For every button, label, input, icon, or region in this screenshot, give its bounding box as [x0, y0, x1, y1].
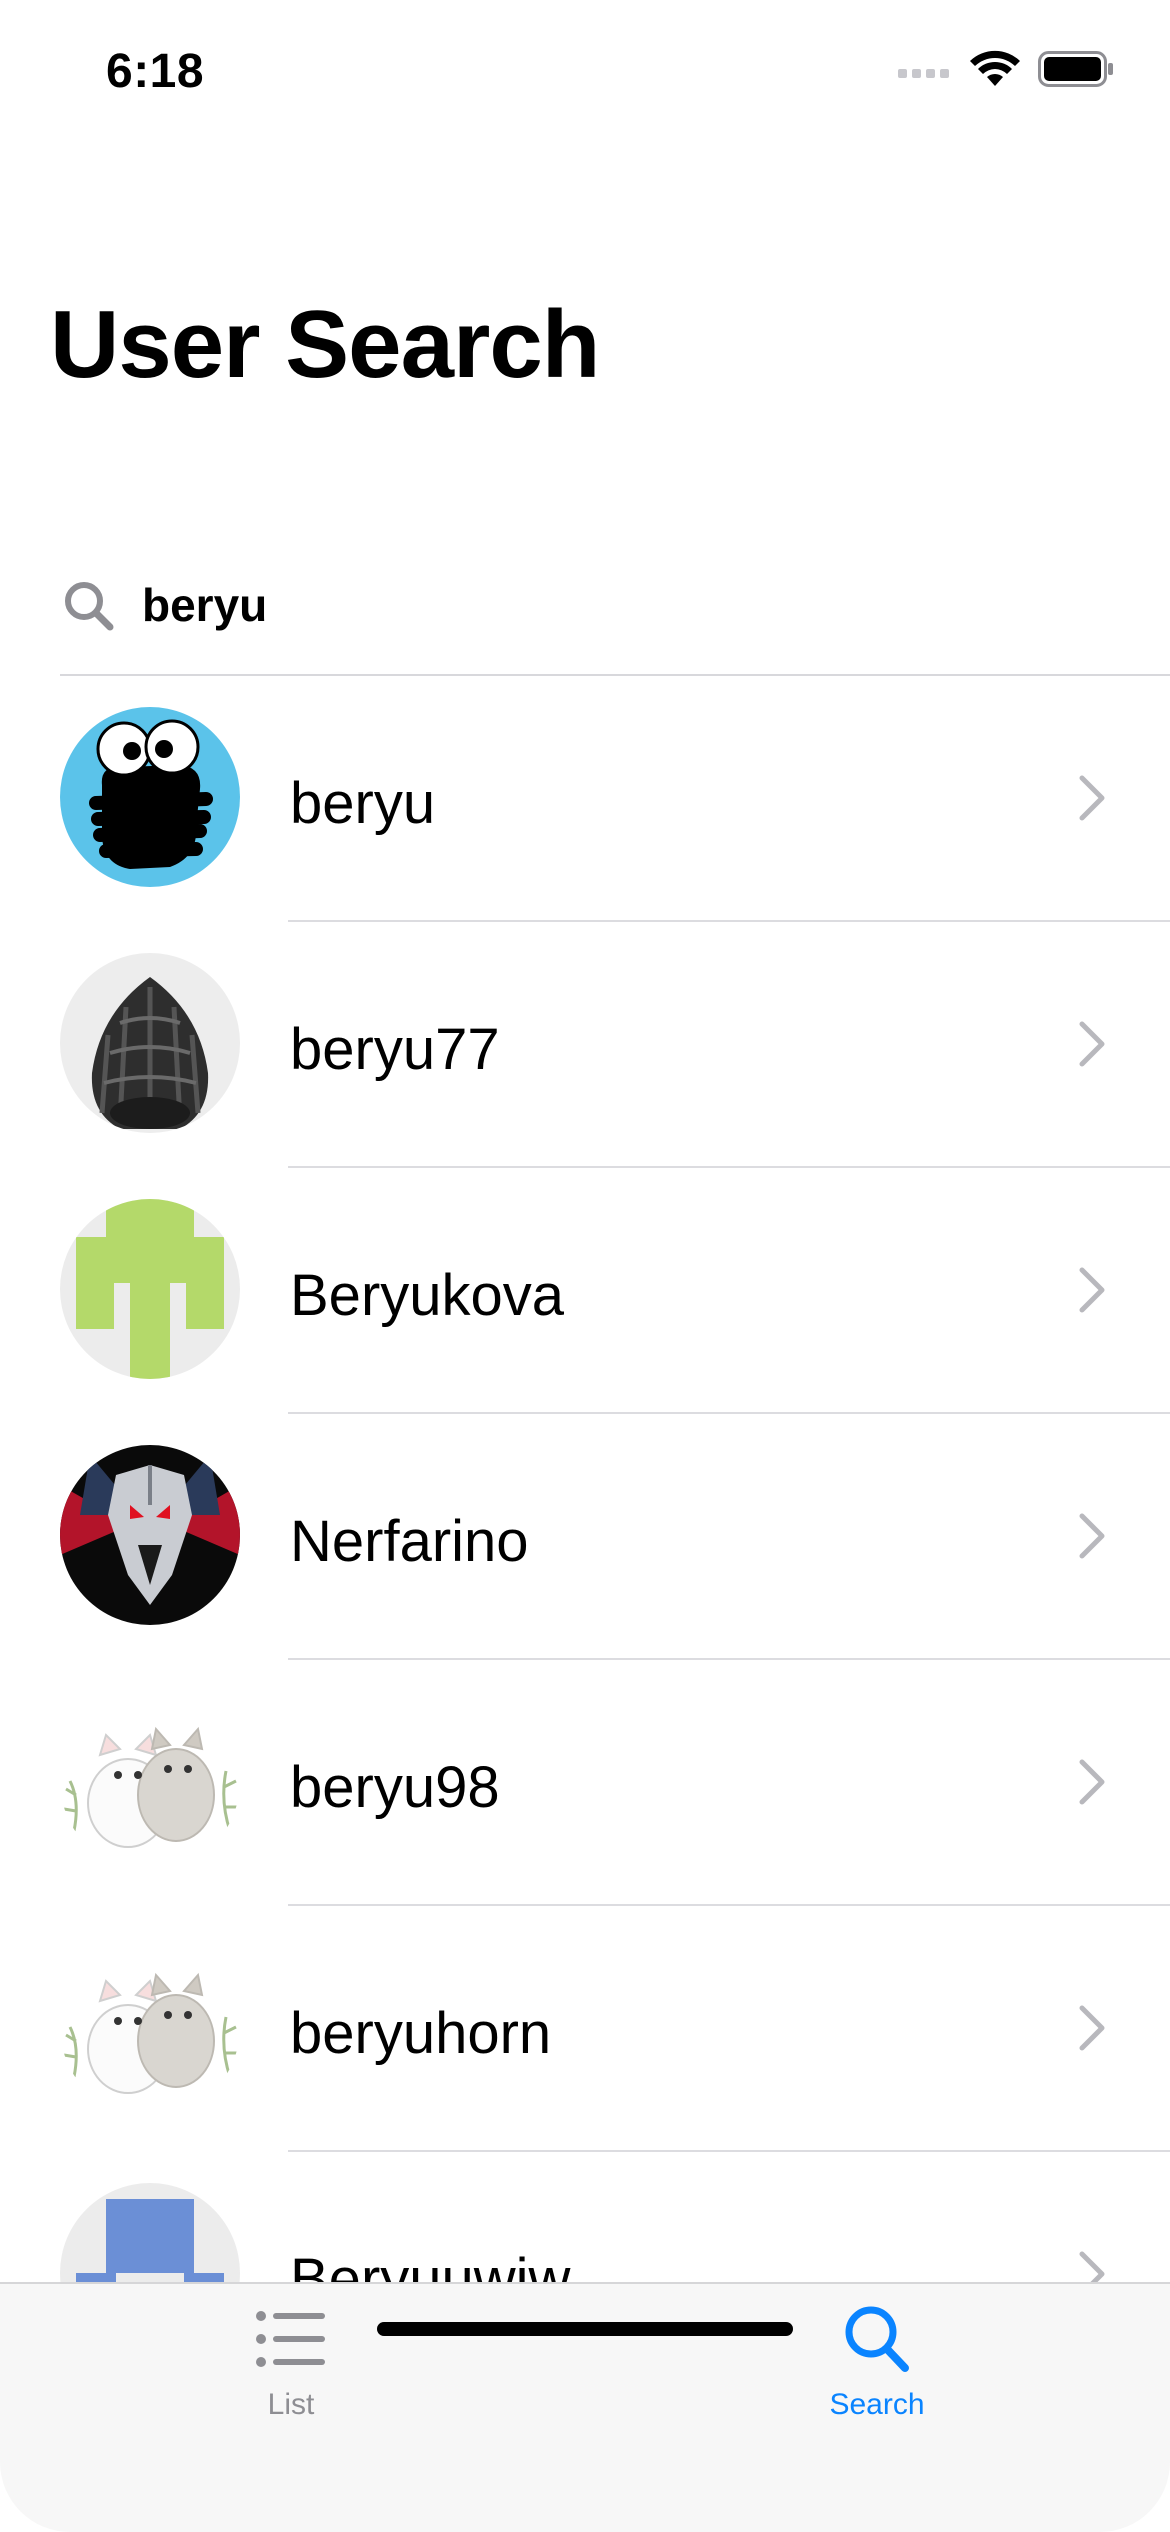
search-input[interactable]	[142, 578, 1042, 632]
user-row-beryu77[interactable]: beryu77	[0, 922, 1170, 1168]
naga-statue-avatar	[60, 953, 240, 1133]
user-name: beryu77	[290, 1017, 500, 1082]
cookie-monster-avatar	[60, 707, 240, 887]
cats-avatar	[60, 1691, 240, 1871]
wifi-icon	[970, 50, 1020, 86]
search-icon	[65, 582, 114, 631]
user-name: beryu98	[290, 1755, 500, 1820]
witcher-wolf-avatar	[60, 1445, 240, 1625]
search-bar[interactable]	[60, 540, 1170, 670]
tab-bar: List Search	[0, 2282, 1170, 2532]
user-name: Nerfarino	[290, 1509, 529, 1574]
user-row-beryuhorn[interactable]: beryuhorn	[0, 1906, 1170, 2152]
user-name: beryuhorn	[290, 2001, 552, 2066]
chevron-right-icon	[1079, 1759, 1105, 1805]
user-name: beryu	[290, 771, 436, 836]
chevron-right-icon	[1079, 1267, 1105, 1313]
status-bar: 6:18	[0, 0, 1170, 140]
user-name: Beryukova	[290, 1263, 565, 1328]
user-list: beryu beryu77 Beryukova Nerfarino beryu9…	[0, 676, 1170, 2398]
battery-icon	[1038, 51, 1113, 87]
chevron-right-icon	[1079, 2005, 1105, 2051]
chevron-right-icon	[1079, 775, 1105, 821]
cats-avatar	[60, 1937, 240, 2117]
tab-label-list: List	[267, 2388, 315, 2421]
search-icon	[845, 2306, 909, 2372]
user-row-beryu98[interactable]: beryu98	[0, 1660, 1170, 1906]
page-title: User Search	[50, 291, 600, 398]
tab-label-search: Search	[829, 2388, 925, 2421]
user-row-beryu[interactable]: beryu	[0, 676, 1170, 922]
user-row-nerfarino[interactable]: Nerfarino	[0, 1414, 1170, 1660]
status-icons	[898, 50, 1114, 88]
status-time: 6:18	[106, 45, 205, 98]
home-indicator	[377, 2322, 793, 2336]
chevron-right-icon	[1079, 1513, 1105, 1559]
list-icon	[256, 2311, 325, 2367]
chevron-right-icon	[1079, 1021, 1105, 1067]
user-row-beryukova[interactable]: Beryukova	[0, 1168, 1170, 1414]
identicon-green-avatar	[60, 1199, 240, 1379]
cellular-signal-icon	[898, 69, 949, 78]
